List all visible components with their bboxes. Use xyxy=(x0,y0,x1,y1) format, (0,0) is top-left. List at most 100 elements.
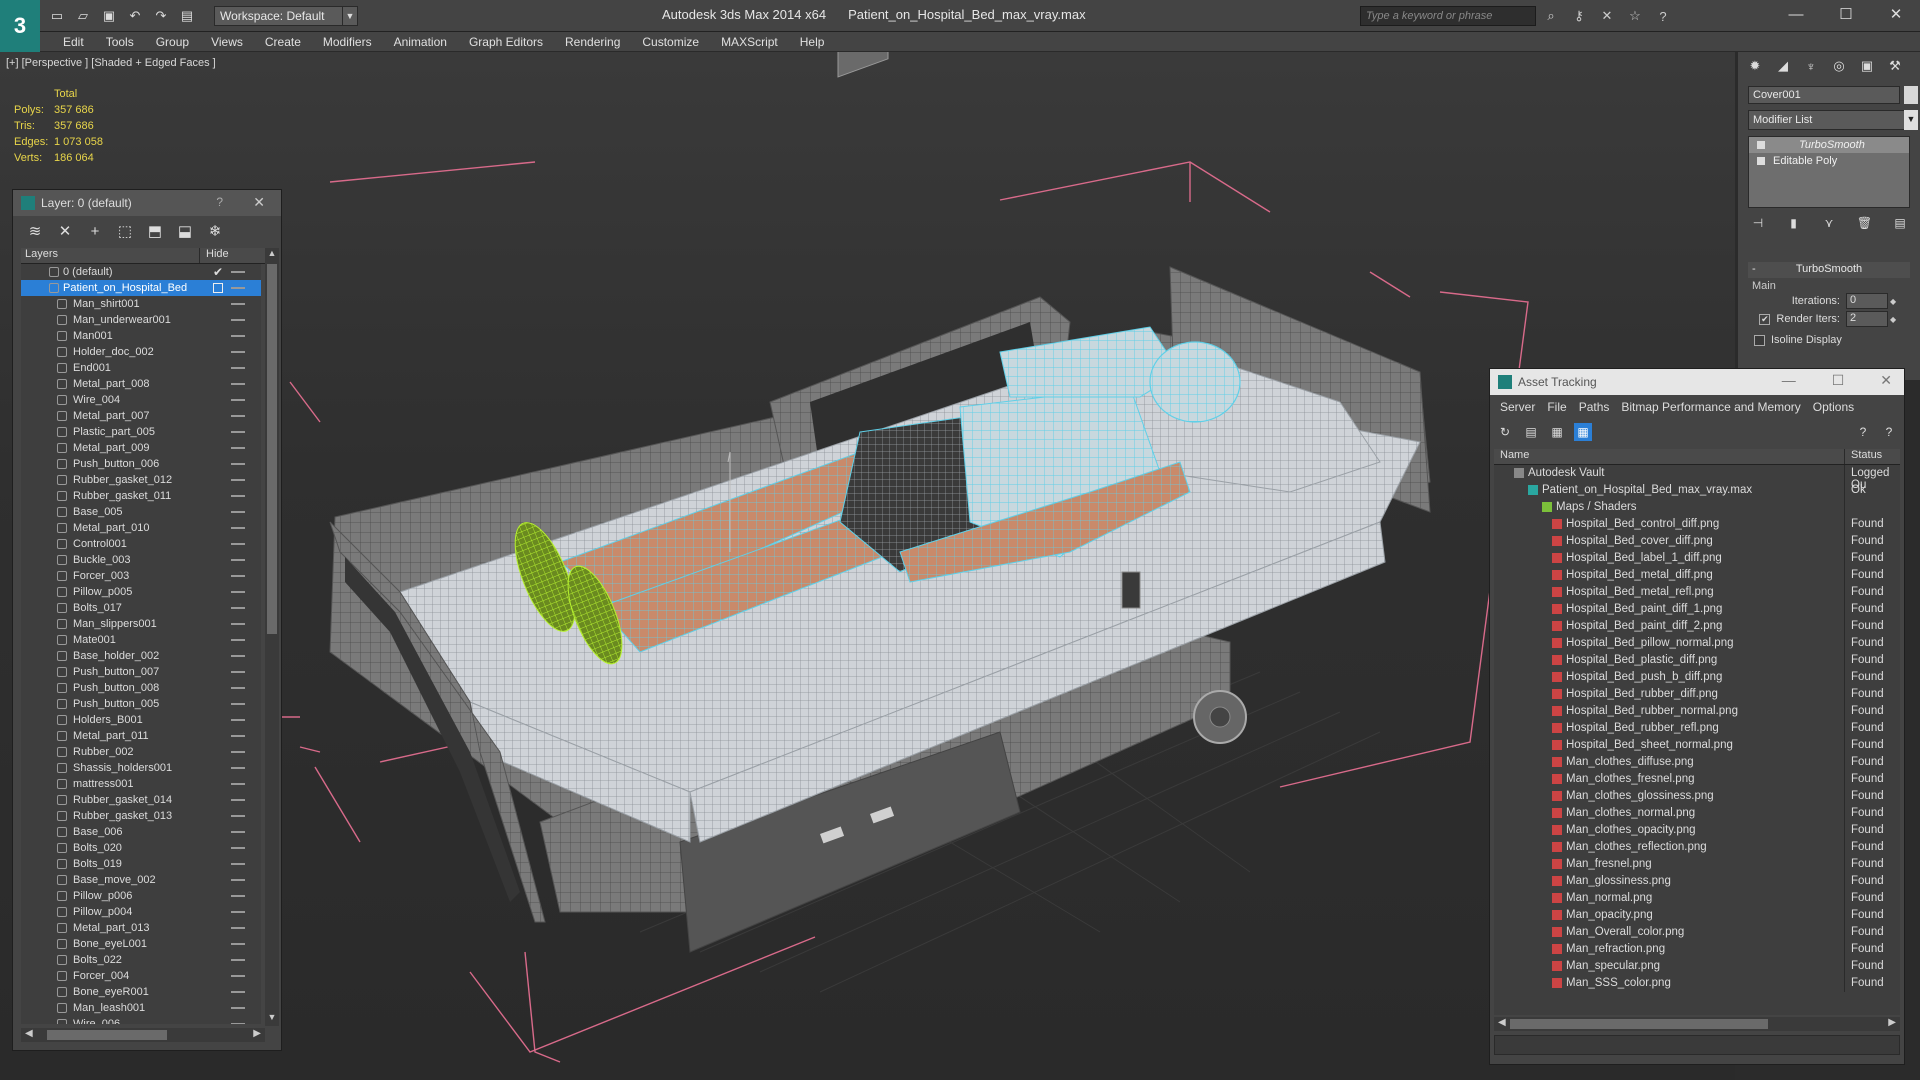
new-file-icon[interactable]: ▭ xyxy=(46,6,68,26)
object-row[interactable]: Holder_doc_002 xyxy=(21,344,261,360)
hide-toggle[interactable] xyxy=(231,319,245,321)
redo-icon[interactable]: ↷ xyxy=(150,6,172,26)
layer-row[interactable]: 0 (default) ✔ xyxy=(21,264,261,280)
select-objects-icon[interactable]: ⬚ xyxy=(117,222,133,240)
help-icon[interactable]: ? xyxy=(1652,6,1674,26)
hide-toggle[interactable] xyxy=(231,431,245,433)
layer-horizontal-scrollbar[interactable]: ◀ ▶ xyxy=(21,1028,265,1042)
hide-toggle[interactable] xyxy=(231,927,245,929)
menu-customize[interactable]: Customize xyxy=(631,32,710,51)
stack-item-turbosmooth[interactable]: TurboSmooth xyxy=(1749,137,1909,153)
asset-row[interactable]: Man_clothes_normal.png Found xyxy=(1494,805,1900,822)
create-icon[interactable]: ✹ xyxy=(1744,56,1766,76)
object-name-field[interactable]: Cover001 xyxy=(1748,86,1900,104)
list-view-icon[interactable]: ▤ xyxy=(1522,423,1540,441)
menu-paths[interactable]: Paths xyxy=(1573,400,1616,414)
hide-toggle[interactable] xyxy=(231,271,245,273)
object-row[interactable]: Push_button_006 xyxy=(21,456,261,472)
col-hide[interactable]: Hide xyxy=(199,248,233,263)
hide-toggle[interactable] xyxy=(231,815,245,817)
object-row[interactable]: mattress001 xyxy=(21,776,261,792)
asset-row[interactable]: Hospital_Bed_pillow_normal.png Found xyxy=(1494,635,1900,652)
delete-icon[interactable]: ✕ xyxy=(57,222,73,240)
asset-row[interactable]: Hospital_Bed_plastic_diff.png Found xyxy=(1494,652,1900,669)
hide-toggle[interactable] xyxy=(231,303,245,305)
hide-toggle[interactable] xyxy=(231,367,245,369)
object-row[interactable]: Bolts_017 xyxy=(21,600,261,616)
scroll-thumb[interactable] xyxy=(267,264,277,634)
scroll-thumb[interactable] xyxy=(1510,1019,1768,1029)
asset-tracking-titlebar[interactable]: Asset Tracking — ☐ ✕ xyxy=(1490,369,1904,395)
binoculars-icon[interactable]: ⌕ xyxy=(1540,6,1562,26)
expand-icon[interactable] xyxy=(1757,157,1765,165)
help-icon[interactable]: ? xyxy=(1854,423,1872,441)
asset-row[interactable]: Man_clothes_reflection.png Found xyxy=(1494,839,1900,856)
hide-all-icon[interactable]: ⬓ xyxy=(177,222,193,240)
object-row[interactable]: Rubber_002 xyxy=(21,744,261,760)
active-layer-check-icon[interactable]: ✔ xyxy=(213,265,223,279)
hide-toggle[interactable] xyxy=(231,655,245,657)
hide-toggle[interactable] xyxy=(231,575,245,577)
app-logo[interactable]: 3 xyxy=(0,0,40,52)
scroll-up-icon[interactable]: ▲ xyxy=(265,248,279,262)
asset-row[interactable]: Man_clothes_glossiness.png Found xyxy=(1494,788,1900,805)
minimize-icon[interactable]: — xyxy=(1784,2,1808,26)
hide-toggle[interactable] xyxy=(231,767,245,769)
motion-icon[interactable]: ◎ xyxy=(1828,56,1850,76)
object-row[interactable]: Man_leash001 xyxy=(21,1000,261,1016)
scroll-thumb[interactable] xyxy=(47,1030,167,1040)
menu-group[interactable]: Group xyxy=(145,32,200,51)
table-view-icon[interactable]: ▦ xyxy=(1574,423,1592,441)
object-row[interactable]: Rubber_gasket_012 xyxy=(21,472,261,488)
hide-toggle[interactable] xyxy=(231,687,245,689)
hide-toggle[interactable] xyxy=(231,447,245,449)
hide-toggle[interactable] xyxy=(231,495,245,497)
key-icon[interactable]: ⚷ xyxy=(1568,6,1590,26)
chevron-down-icon[interactable]: ▼ xyxy=(1904,110,1918,130)
render-iters-checkbox[interactable]: ✔ xyxy=(1759,314,1771,325)
make-active-box[interactable] xyxy=(213,283,223,293)
hide-toggle[interactable] xyxy=(231,799,245,801)
object-row[interactable]: Push_button_008 xyxy=(21,680,261,696)
undo-icon[interactable]: ↶ xyxy=(124,6,146,26)
asset-row[interactable]: Hospital_Bed_label_1_diff.png Found xyxy=(1494,550,1900,567)
refresh-icon[interactable]: ↻ xyxy=(1496,423,1514,441)
hide-toggle[interactable] xyxy=(231,1007,245,1009)
menu-graph-editors[interactable]: Graph Editors xyxy=(458,32,554,51)
menu-rendering[interactable]: Rendering xyxy=(554,32,631,51)
iterations-input[interactable]: 0 xyxy=(1846,293,1888,309)
object-row[interactable]: Wire_006 xyxy=(21,1016,261,1024)
object-row[interactable]: Man_slippers001 xyxy=(21,616,261,632)
make-unique-icon[interactable]: ⋎ xyxy=(1819,216,1839,234)
hide-toggle[interactable] xyxy=(231,399,245,401)
configure-sets-icon[interactable]: ▤ xyxy=(1890,216,1910,234)
maximize-icon[interactable]: ☐ xyxy=(1834,2,1858,26)
object-row[interactable]: Pillow_p005 xyxy=(21,584,261,600)
workspace-dropdown[interactable]: Workspace: Default xyxy=(214,6,356,26)
object-row[interactable]: Man_underwear001 xyxy=(21,312,261,328)
show-end-result-icon[interactable]: ▮ xyxy=(1784,216,1804,234)
asset-row[interactable]: Hospital_Bed_rubber_normal.png Found xyxy=(1494,703,1900,720)
layer-window-titlebar[interactable]: Layer: 0 (default) ? ✕ xyxy=(13,190,281,216)
object-row[interactable]: Push_button_005 xyxy=(21,696,261,712)
object-row[interactable]: Base_005 xyxy=(21,504,261,520)
object-row[interactable]: Rubber_gasket_013 xyxy=(21,808,261,824)
object-row[interactable]: Control001 xyxy=(21,536,261,552)
asset-path-field[interactable] xyxy=(1494,1035,1900,1055)
hide-toggle[interactable] xyxy=(231,335,245,337)
scroll-left-icon[interactable]: ◀ xyxy=(1498,1017,1506,1028)
hide-toggle[interactable] xyxy=(231,351,245,353)
menu-options[interactable]: Options xyxy=(1807,400,1860,414)
object-row[interactable]: Forcer_004 xyxy=(21,968,261,984)
hide-toggle[interactable] xyxy=(231,959,245,961)
close-icon[interactable]: ✕ xyxy=(1884,2,1908,26)
hide-toggle[interactable] xyxy=(231,543,245,545)
asset-row[interactable]: Autodesk Vault Logged Ou xyxy=(1494,465,1900,491)
hide-toggle[interactable] xyxy=(231,479,245,481)
menu-file[interactable]: File xyxy=(1541,400,1572,414)
hide-toggle[interactable] xyxy=(231,639,245,641)
object-row[interactable]: Bolts_022 xyxy=(21,952,261,968)
asset-row[interactable]: Man_opacity.png Found xyxy=(1494,907,1900,924)
freeze-all-icon[interactable]: ❄ xyxy=(207,222,223,240)
modify-icon[interactable]: ◢ xyxy=(1772,56,1794,76)
